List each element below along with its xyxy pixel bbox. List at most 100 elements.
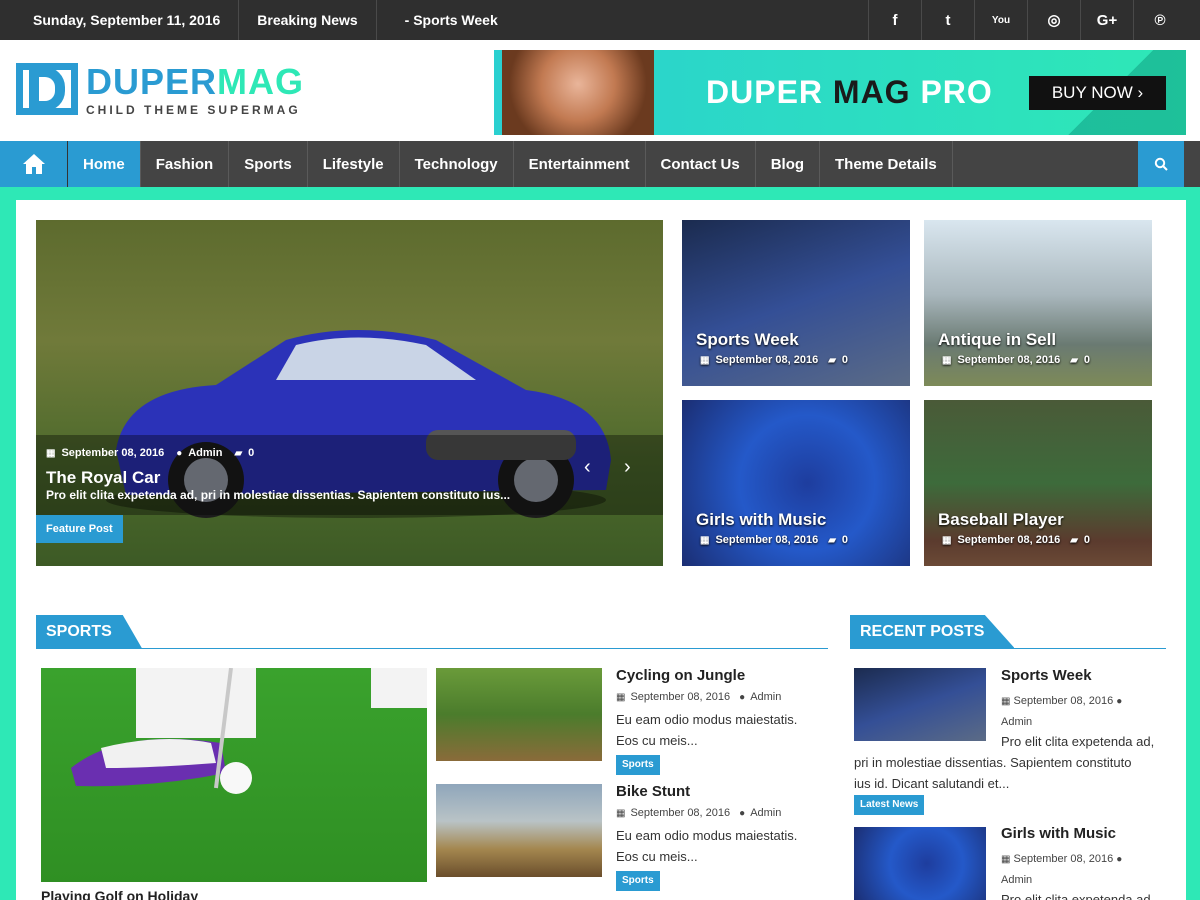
sports-main-image[interactable] xyxy=(41,668,427,882)
pinterest-icon[interactable]: ℗ xyxy=(1133,0,1186,40)
tile-antique-in-sell[interactable]: Antique in Sell ▦ September 08, 2016 ▰ 0 xyxy=(924,220,1152,386)
comment-icon: ▰ xyxy=(828,534,836,546)
calendar-icon: ▦ xyxy=(942,354,952,366)
tile-title[interactable]: Antique in Sell xyxy=(938,330,1056,350)
site-header: DUPERMAG CHILD THEME SUPERMAG DUPER MAG … xyxy=(0,40,1200,141)
main-content: ▦ September 08, 2016 ● Admin ▰ 0 The Roy… xyxy=(16,200,1186,900)
nav-item-fashion[interactable]: Fashion xyxy=(141,141,230,187)
comment-icon: ▰ xyxy=(828,354,836,366)
calendar-icon: ▦ xyxy=(616,807,626,819)
calendar-icon: ▦ xyxy=(1001,696,1011,707)
sports-heading[interactable]: SPORTS xyxy=(36,615,142,648)
calendar-icon: ▦ xyxy=(616,691,626,703)
twitter-icon[interactable]: t xyxy=(921,0,974,40)
youtube-icon[interactable]: You xyxy=(974,0,1027,40)
feature-title[interactable]: The Royal Car xyxy=(46,468,160,488)
social-links: f t You ◎ G+ ℗ xyxy=(868,0,1186,40)
breaking-news-label: Breaking News xyxy=(257,12,358,28)
nav-item-contact-us[interactable]: Contact Us xyxy=(646,141,756,187)
nav-item-sports[interactable]: Sports xyxy=(229,141,308,187)
post-title[interactable]: Cycling on Jungle xyxy=(616,667,745,684)
tile-title[interactable]: Baseball Player xyxy=(938,510,1064,530)
google-plus-icon[interactable]: G+ xyxy=(1080,0,1133,40)
recent-post: Girls with Music ▦ September 08, 2016 ● A… xyxy=(1001,825,1171,890)
post-excerpt: Eu eam odio modus maiestatis. Eos cu meis… xyxy=(616,828,798,864)
user-icon: ● xyxy=(739,691,746,703)
calendar-icon: ▦ xyxy=(700,354,710,366)
slider-prev-icon[interactable]: ‹ xyxy=(584,456,591,479)
user-icon: ● xyxy=(1116,854,1123,865)
category-badge[interactable]: Sports xyxy=(616,871,660,891)
calendar-icon: ▦ xyxy=(46,447,56,459)
facebook-icon[interactable]: f xyxy=(868,0,921,40)
nav-item-theme-details[interactable]: Theme Details xyxy=(820,141,953,187)
divider xyxy=(238,0,240,40)
recent-posts-heading[interactable]: RECENT POSTS xyxy=(850,615,1015,648)
feature-meta: ▦ September 08, 2016 ● Admin ▰ 0 xyxy=(46,447,255,459)
tile-title[interactable]: Girls with Music xyxy=(696,510,826,530)
bike-stunt-thumbnail[interactable] xyxy=(436,784,602,877)
current-date: Sunday, September 11, 2016 xyxy=(33,12,221,28)
post-meta: ▦ September 08, 2016 ● Admin xyxy=(1001,853,1123,886)
buy-now-button[interactable]: BUY NOW › xyxy=(1029,76,1166,110)
sports-post: Cycling on Jungle ▦ September 08, 2016 ● Ad… xyxy=(616,667,826,775)
tile-baseball-player[interactable]: Baseball Player ▦ September 08, 2016 ▰ 0 xyxy=(924,400,1152,566)
latest-news-badge[interactable]: Latest News xyxy=(854,795,925,815)
logo-tagline: CHILD THEME SUPERMAG xyxy=(86,103,301,117)
breaking-news-item[interactable]: - Sports Week xyxy=(405,12,498,28)
instagram-icon[interactable]: ◎ xyxy=(1027,0,1080,40)
search-icon[interactable] xyxy=(1138,141,1184,187)
recent-posts-header: RECENT POSTS xyxy=(850,615,1166,649)
nav-item-technology[interactable]: Technology xyxy=(400,141,514,187)
post-excerpt: Eu eam odio modus maiestatis. Eos cu meis… xyxy=(616,712,798,748)
tile-sports-week[interactable]: Sports Week ▦ September 08, 2016 ▰ 0 xyxy=(682,220,910,386)
user-icon: ● xyxy=(739,807,746,819)
calendar-icon: ▦ xyxy=(942,534,952,546)
main-nav: Home Fashion Sports Lifestyle Technology… xyxy=(0,141,1200,187)
nav-item-home[interactable]: Home xyxy=(68,141,141,187)
recent-post: Sports Week ▦ September 08, 2016 ● Admin xyxy=(1001,667,1171,732)
feature-post-badge[interactable]: Feature Post xyxy=(36,515,123,543)
sports-section-header: SPORTS xyxy=(36,615,828,649)
logo-title: DUPERMAG xyxy=(86,61,305,102)
top-bar: Sunday, September 11, 2016 Breaking News… xyxy=(0,0,1200,40)
banner-headline: DUPER MAG PRO xyxy=(706,74,993,110)
sports-post: Bike Stunt ▦ September 08, 2016 ● Admin Eu … xyxy=(616,783,826,891)
post-meta: ▦ September 08, 2016 ● Admin xyxy=(616,807,782,819)
home-icon[interactable] xyxy=(0,141,68,187)
nav-item-entertainment[interactable]: Entertainment xyxy=(514,141,646,187)
slider-next-icon[interactable]: › xyxy=(624,456,631,479)
tile-meta: ▦ September 08, 2016 ▰ 0 xyxy=(700,354,849,366)
tile-title[interactable]: Sports Week xyxy=(696,330,799,350)
tile-girls-with-music[interactable]: Girls with Music ▦ September 08, 2016 ▰ 0 xyxy=(682,400,910,566)
category-badge[interactable]: Sports xyxy=(616,755,660,775)
nav-item-lifestyle[interactable]: Lifestyle xyxy=(308,141,400,187)
ad-banner[interactable]: DUPER MAG PRO BUY NOW › xyxy=(494,50,1186,135)
calendar-icon: ▦ xyxy=(1001,854,1011,865)
post-meta: ▦ September 08, 2016 ● Admin xyxy=(1001,695,1123,728)
sports-main-caption[interactable]: Playing Golf on Holiday xyxy=(41,888,198,900)
tile-meta: ▦ September 08, 2016 ▰ 0 xyxy=(700,534,849,546)
feature-slider[interactable]: ▦ September 08, 2016 ● Admin ▰ 0 The Roy… xyxy=(36,220,663,566)
nav-item-blog[interactable]: Blog xyxy=(756,141,821,187)
site-logo[interactable]: DUPERMAG CHILD THEME SUPERMAG xyxy=(16,63,304,117)
calendar-icon: ▦ xyxy=(700,534,710,546)
post-excerpt: Pro elit clita expetenda ad xyxy=(1001,892,1151,900)
tile-meta: ▦ September 08, 2016 ▰ 0 xyxy=(942,534,1091,546)
post-title[interactable]: Sports Week xyxy=(1001,667,1092,684)
comment-icon: ▰ xyxy=(234,447,243,459)
banner-photo xyxy=(502,50,654,135)
post-title[interactable]: Bike Stunt xyxy=(616,783,690,800)
user-icon: ● xyxy=(1116,696,1123,707)
post-title[interactable]: Girls with Music xyxy=(1001,825,1116,842)
divider xyxy=(375,0,377,40)
comment-icon: ▰ xyxy=(1070,354,1078,366)
feature-excerpt: Pro elit clita expetenda ad, pri in mole… xyxy=(46,488,511,502)
logo-mark xyxy=(16,63,78,115)
tile-meta: ▦ September 08, 2016 ▰ 0 xyxy=(942,354,1091,366)
post-meta: ▦ September 08, 2016 ● Admin xyxy=(616,691,782,703)
cycling-thumbnail[interactable] xyxy=(436,668,602,761)
post-excerpt: Pro elit clita expetenda ad, pri in mole… xyxy=(854,734,1155,791)
comment-icon: ▰ xyxy=(1070,534,1078,546)
user-icon: ● xyxy=(176,447,183,459)
